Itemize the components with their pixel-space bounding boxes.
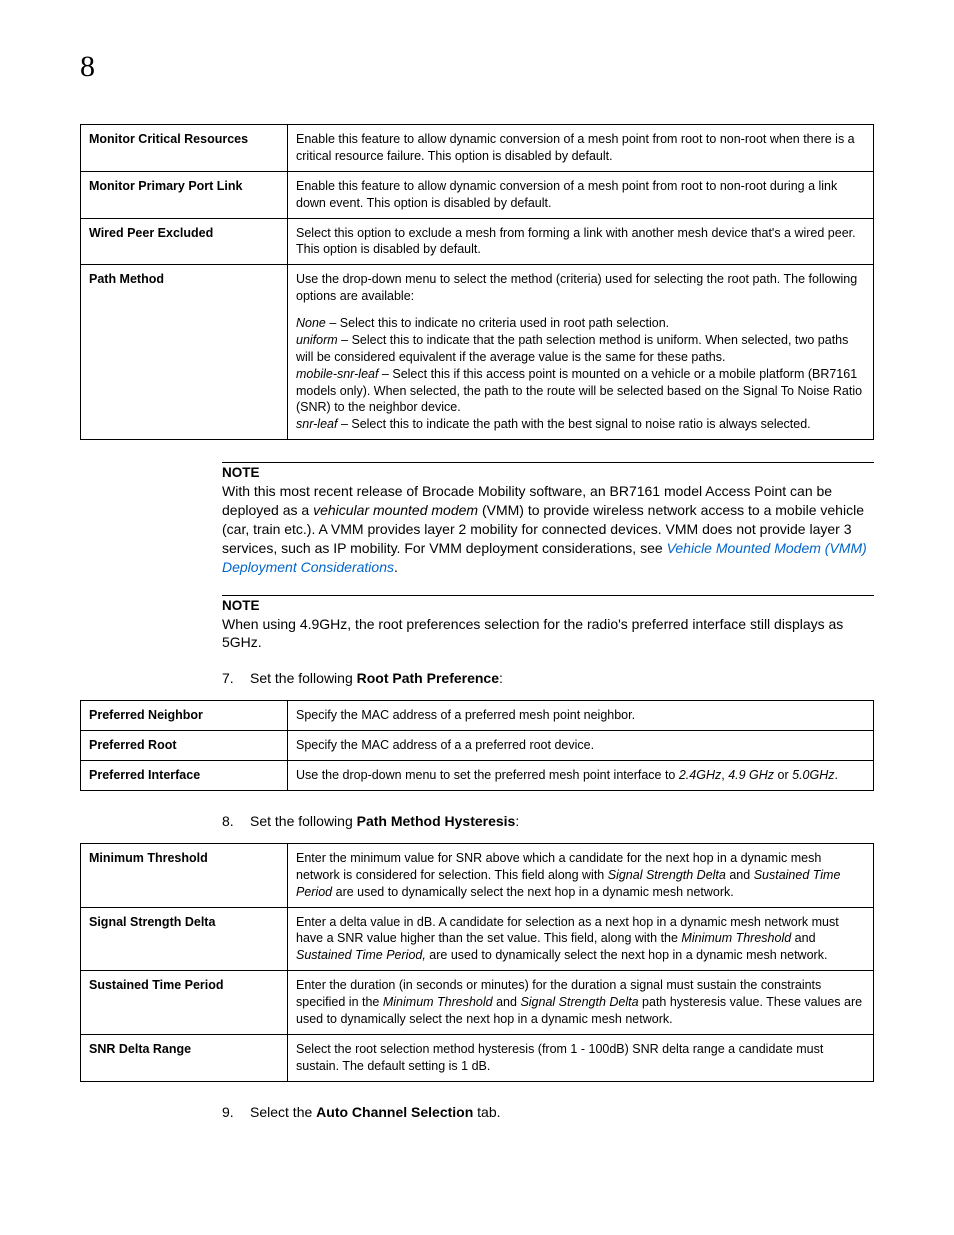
cell-label: Sustained Time Period	[81, 971, 288, 1035]
chapter-number: 8	[80, 50, 874, 84]
cell-text: are used to dynamically select the next …	[332, 885, 734, 899]
note-title: NOTE	[222, 598, 874, 613]
table-row: Sustained Time Period Enter the duration…	[81, 971, 874, 1035]
cell-desc: Select the root selection method hystere…	[288, 1034, 874, 1081]
cell-label: Monitor Primary Port Link	[81, 171, 288, 218]
note-body: When using 4.9GHz, the root preferences …	[222, 615, 874, 653]
cell-desc: Enter the duration (in seconds or minute…	[288, 971, 874, 1035]
table-root-path-preference: Preferred Neighbor Specify the MAC addre…	[80, 700, 874, 791]
cell-desc: Enable this feature to allow dynamic con…	[288, 171, 874, 218]
note-body: With this most recent release of Brocade…	[222, 482, 874, 576]
cell-italic: 2.4GHz	[679, 768, 721, 782]
step-pre: Select the	[250, 1104, 316, 1120]
option-text: – Select this to indicate that the path …	[296, 333, 848, 364]
step-text: Set the following Path Method Hysteresis…	[250, 813, 519, 829]
table-row: SNR Delta Range Select the root selectio…	[81, 1034, 874, 1081]
step-text: Set the following Root Path Preference:	[250, 670, 503, 686]
step-8: 8. Set the following Path Method Hystere…	[222, 813, 874, 829]
step-pre: Set the following	[250, 670, 357, 686]
note-49ghz: NOTE When using 4.9GHz, the root prefere…	[222, 595, 874, 653]
step-7: 7. Set the following Root Path Preferenc…	[222, 670, 874, 686]
step-post: :	[499, 670, 503, 686]
cell-text: are used to dynamically select the next …	[426, 948, 828, 962]
step-bold: Path Method Hysteresis	[357, 813, 516, 829]
cell-desc: Enable this feature to allow dynamic con…	[288, 125, 874, 172]
table-mesh-options: Monitor Critical Resources Enable this f…	[80, 124, 874, 440]
cell-desc: Enter the minimum value for SNR above wh…	[288, 843, 874, 907]
path-method-intro: Use the drop-down menu to select the met…	[296, 272, 857, 303]
cell-label: Monitor Critical Resources	[81, 125, 288, 172]
cell-desc: Use the drop-down menu to select the met…	[288, 265, 874, 440]
step-post: :	[515, 813, 519, 829]
cell-label: Preferred Neighbor	[81, 701, 288, 731]
cell-desc: Enter a delta value in dB. A candidate f…	[288, 907, 874, 971]
table-row: Monitor Critical Resources Enable this f…	[81, 125, 874, 172]
cell-label: SNR Delta Range	[81, 1034, 288, 1081]
note-text: .	[394, 559, 398, 575]
cell-desc: Select this option to exclude a mesh fro…	[288, 218, 874, 265]
step-pre: Set the following	[250, 813, 357, 829]
cell-desc: Use the drop-down menu to set the prefer…	[288, 761, 874, 791]
table-row: Path Method Use the drop-down menu to se…	[81, 265, 874, 440]
table-row: Monitor Primary Port Link Enable this fe…	[81, 171, 874, 218]
cell-label: Signal Strength Delta	[81, 907, 288, 971]
table-row: Preferred Root Specify the MAC address o…	[81, 731, 874, 761]
table-row: Minimum Threshold Enter the minimum valu…	[81, 843, 874, 907]
option-name: mobile-snr-leaf	[296, 367, 378, 381]
cell-text: Use the drop-down menu to set the prefer…	[296, 768, 679, 782]
table-path-method-hysteresis: Minimum Threshold Enter the minimum valu…	[80, 843, 874, 1082]
cell-italic: Sustained Time Period,	[296, 948, 426, 962]
cell-text: or	[774, 768, 792, 782]
cell-desc: Specify the MAC address of a a preferred…	[288, 731, 874, 761]
cell-italic: Minimum Threshold	[383, 995, 493, 1009]
note-italic: vehicular mounted modem	[313, 502, 478, 518]
cell-text: .	[835, 768, 838, 782]
step-number: 7.	[222, 670, 250, 686]
cell-label: Preferred Interface	[81, 761, 288, 791]
cell-italic: Minimum Threshold	[681, 931, 791, 945]
cell-text: and	[493, 995, 521, 1009]
cell-text: and	[726, 868, 754, 882]
cell-label: Minimum Threshold	[81, 843, 288, 907]
cell-label: Path Method	[81, 265, 288, 440]
note-vmm: NOTE With this most recent release of Br…	[222, 462, 874, 576]
cell-italic: Signal Strength Delta	[608, 868, 726, 882]
step-bold: Root Path Preference	[357, 670, 499, 686]
step-9: 9. Select the Auto Channel Selection tab…	[222, 1104, 874, 1120]
cell-desc: Specify the MAC address of a preferred m…	[288, 701, 874, 731]
cell-label: Wired Peer Excluded	[81, 218, 288, 265]
note-rule	[222, 595, 874, 596]
option-name: None	[296, 316, 326, 330]
option-text: – Select this to indicate the path with …	[337, 417, 810, 431]
table-row: Preferred Neighbor Specify the MAC addre…	[81, 701, 874, 731]
table-row: Signal Strength Delta Enter a delta valu…	[81, 907, 874, 971]
step-number: 8.	[222, 813, 250, 829]
option-name: snr-leaf	[296, 417, 337, 431]
option-text: – Select this to indicate no criteria us…	[326, 316, 669, 330]
note-rule	[222, 462, 874, 463]
step-post: tab.	[473, 1104, 500, 1120]
cell-italic: Signal Strength Delta	[520, 995, 638, 1009]
cell-italic: 5.0GHz	[792, 768, 834, 782]
option-text: – Select this if this access point is mo…	[296, 367, 862, 415]
cell-label: Preferred Root	[81, 731, 288, 761]
table-row: Wired Peer Excluded Select this option t…	[81, 218, 874, 265]
step-number: 9.	[222, 1104, 250, 1120]
cell-italic: 4.9 GHz	[728, 768, 774, 782]
note-title: NOTE	[222, 465, 874, 480]
step-text: Select the Auto Channel Selection tab.	[250, 1104, 501, 1120]
option-name: uniform	[296, 333, 338, 347]
cell-text: and	[791, 931, 815, 945]
step-bold: Auto Channel Selection	[316, 1104, 473, 1120]
table-row: Preferred Interface Use the drop-down me…	[81, 761, 874, 791]
